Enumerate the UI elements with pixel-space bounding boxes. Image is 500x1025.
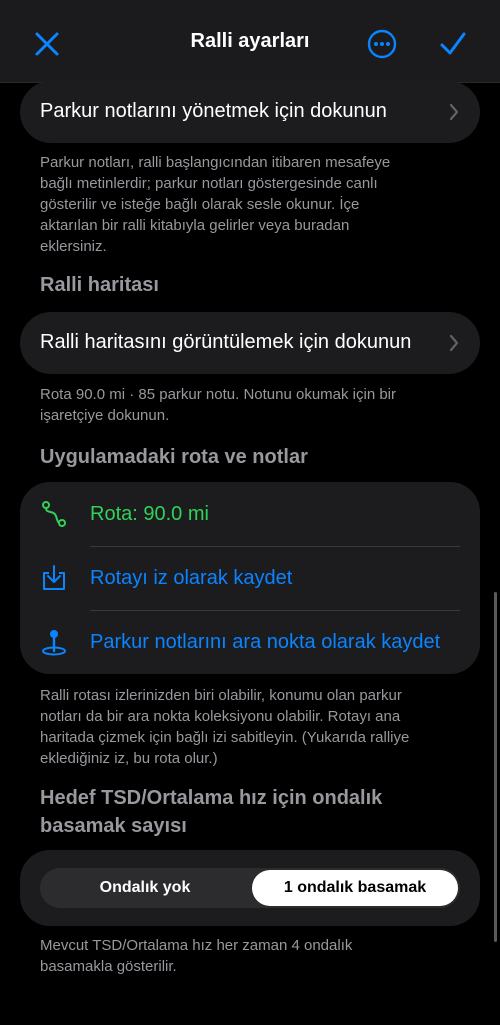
manage-notes-label: Parkur notlarını yönetmek için dokunun <box>40 100 387 122</box>
save-route-as-track-button[interactable]: Rotayı iz olarak kaydet <box>20 546 480 610</box>
segment-no-decimal[interactable]: Ondalık yok <box>42 870 248 906</box>
route-section-header: Uygulamadaki rota ve notlar <box>40 446 308 468</box>
decimal-footnote: Mevcut TSD/Ortalama hız her zaman 4 onda… <box>40 937 353 975</box>
view-map-row[interactable]: Ralli haritasını görüntülemek için dokun… <box>20 312 480 374</box>
route-icon <box>42 501 66 527</box>
map-pin-icon <box>42 630 66 656</box>
scrollbar[interactable] <box>494 592 497 942</box>
confirm-button[interactable] <box>433 24 473 64</box>
ellipsis-circle-icon <box>367 29 397 59</box>
map-section-header: Ralli haritası <box>40 274 159 296</box>
route-footnote: Ralli rotası izlerinizden biri olabilir,… <box>40 687 410 767</box>
manage-notes-row[interactable]: Parkur notlarını yönetmek için dokunun <box>20 81 480 143</box>
segment-one-decimal[interactable]: 1 ondalık basamak <box>252 870 458 906</box>
more-options-button[interactable] <box>362 24 402 64</box>
notes-footnote: Parkur notları, ralli başlangıcından iti… <box>40 154 391 255</box>
decimal-places-segmented-control[interactable]: Ondalık yok 1 ondalık basamak <box>40 868 460 908</box>
navigation-bar: Ralli ayarları <box>0 0 500 83</box>
route-actions-group: Rota: 90.0 mi Rotayı iz olarak kaydet Pa… <box>20 482 480 674</box>
save-notes-as-waypoints-button[interactable]: Parkur notlarını ara nokta olarak kaydet <box>20 610 480 674</box>
save-route-as-track-label: Rotayı iz olarak kaydet <box>90 567 293 589</box>
checkmark-icon <box>440 32 466 55</box>
decimal-places-card: Ondalık yok 1 ondalık basamak <box>20 850 480 926</box>
page-title: Ralli ayarları <box>190 30 310 52</box>
route-distance-label: Rota: 90.0 mi <box>90 503 209 525</box>
chevron-right-icon <box>449 334 459 352</box>
map-footnote: Rota 90.0 mi · 85 parkur notu. Notunu ok… <box>40 386 397 424</box>
route-distance-row[interactable]: Rota: 90.0 mi <box>20 482 480 546</box>
decimal-section-header: Hedef TSD/Ortalama hız için ondalık basa… <box>40 787 383 837</box>
chevron-right-icon <box>449 103 459 121</box>
save-download-icon <box>43 565 65 590</box>
save-notes-as-waypoints-label: Parkur notlarını ara nokta olarak kaydet <box>90 631 441 653</box>
view-map-label: Ralli haritasını görüntülemek için dokun… <box>40 331 412 353</box>
